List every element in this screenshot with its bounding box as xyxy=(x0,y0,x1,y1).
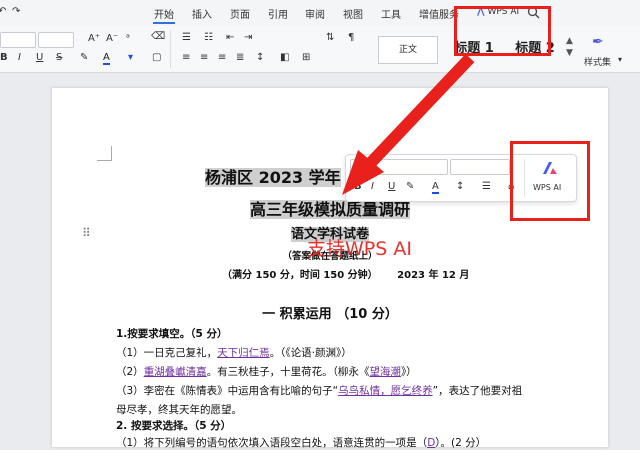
annotation-text: 支持WPS AI xyxy=(307,238,412,260)
red-arrow-annotation xyxy=(342,53,475,195)
